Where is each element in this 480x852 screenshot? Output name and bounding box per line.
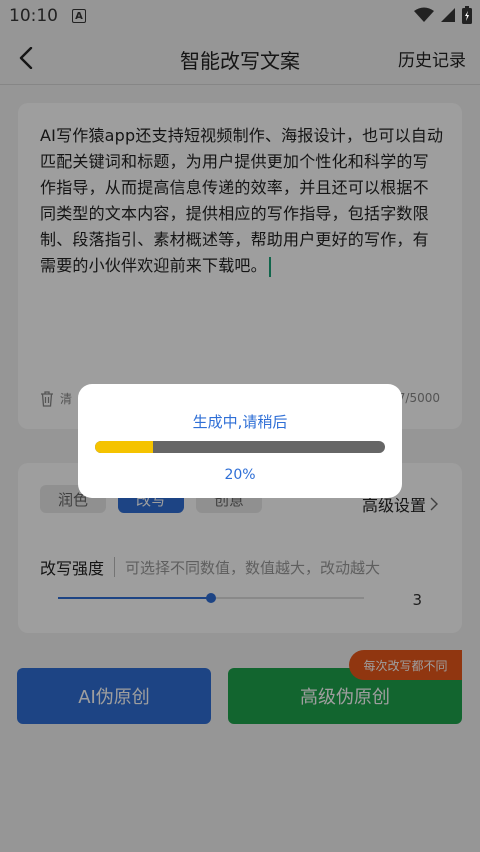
- progress-bar: [95, 441, 385, 453]
- signal-icon: [441, 8, 455, 22]
- status-icons: [414, 6, 472, 24]
- status-bar: 10:10 A: [0, 0, 480, 34]
- accessibility-icon: A: [72, 9, 86, 23]
- progress-dialog: 生成中,请稍后 20%: [78, 384, 402, 498]
- battery-icon: [462, 6, 472, 24]
- status-time: 10:10: [9, 6, 58, 26]
- dialog-title: 生成中,请稍后: [192, 413, 288, 431]
- progress-fill: [95, 441, 153, 453]
- progress-percent: 20%: [224, 467, 256, 483]
- wifi-icon: [414, 7, 434, 22]
